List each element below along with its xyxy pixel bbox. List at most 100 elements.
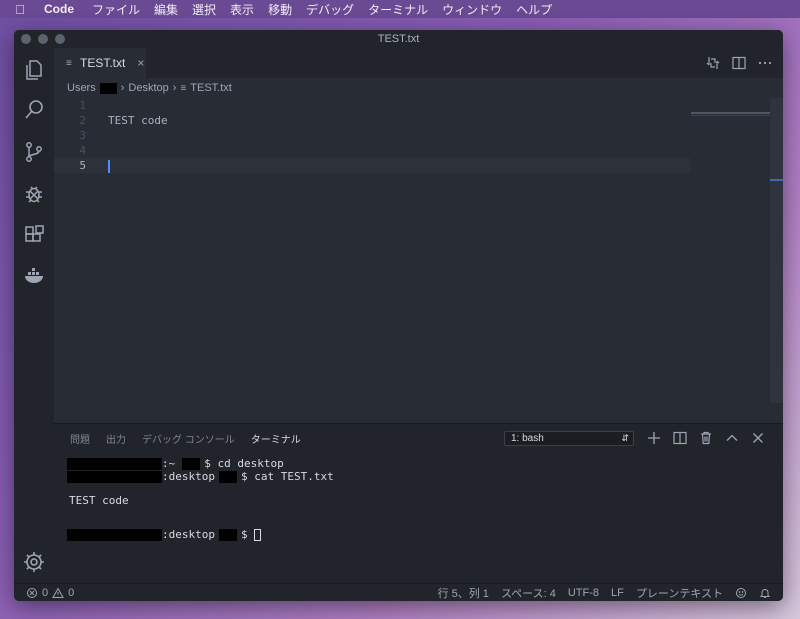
indentation[interactable]: スペース: 4 — [501, 585, 556, 601]
terminal-line: :desktop $ — [67, 528, 262, 541]
minimap[interactable] — [691, 112, 771, 114]
explorer-icon[interactable] — [22, 58, 46, 82]
line-number: 5 — [79, 159, 86, 172]
panel-actions — [646, 430, 766, 446]
add-icon[interactable] — [646, 430, 662, 446]
gear-icon[interactable] — [22, 550, 46, 574]
prompt-path: :desktop — [162, 470, 215, 483]
line-number: 3 — [79, 129, 86, 142]
terminal-select-value: 1: bash — [511, 433, 544, 444]
menu-file[interactable]: ファイル — [92, 1, 140, 18]
more-actions-icon[interactable] — [757, 55, 773, 71]
terminal[interactable]: :~ $ cd desktop :desktop $ cat TEST.txt … — [67, 454, 767, 579]
window-title: TEST.txt — [377, 33, 420, 45]
select-caret-icon: ⇵ — [621, 433, 629, 443]
extensions-icon[interactable] — [22, 223, 46, 247]
error-count: 0 — [42, 586, 49, 599]
chevron-right-icon: › — [172, 82, 177, 94]
prompt-path: :desktop — [162, 528, 215, 541]
prompt-path: :~ — [162, 457, 176, 470]
macos-menu-bar:  Code ファイル 編集 選択 表示 移動 デバッグ ターミナル ウィンドウ… — [0, 0, 800, 18]
menu-debug[interactable]: デバッグ — [306, 1, 354, 18]
breadcrumb-file[interactable]: TEST.txt — [190, 82, 232, 94]
docker-icon[interactable] — [22, 264, 46, 288]
terminal-cursor — [254, 528, 262, 541]
compare-changes-icon[interactable] — [705, 55, 721, 71]
title-bar: TEST.txt — [14, 30, 783, 48]
cursor-position[interactable]: 行 5、列 1 — [438, 585, 489, 601]
redacted-username — [218, 470, 237, 483]
terminal-output: TEST code — [69, 494, 129, 507]
window-controls — [21, 34, 65, 44]
code-line: 3 — [54, 128, 690, 143]
trash-icon[interactable] — [698, 430, 714, 446]
app-menu-code[interactable]: Code — [44, 2, 74, 16]
search-icon[interactable] — [22, 98, 46, 122]
breadcrumb-users[interactable]: Users — [67, 82, 96, 94]
encoding[interactable]: UTF-8 — [568, 587, 599, 599]
minimize-window-button[interactable] — [38, 34, 48, 44]
split-terminal-icon[interactable] — [672, 430, 688, 446]
breadcrumb: Users › Desktop › ≡ TEST.txt — [54, 78, 783, 98]
apple-logo-icon[interactable]:  — [10, 2, 30, 17]
editor-scrollbar[interactable] — [770, 98, 783, 403]
minimap-viewport — [691, 115, 771, 116]
problems-indicator[interactable]: 0 0 — [26, 587, 74, 599]
tab-label: TEST.txt — [80, 56, 126, 70]
tab-problems[interactable]: 問題 — [70, 431, 90, 446]
code-editor[interactable]: 1 2 TEST code 3 4 5 — [54, 98, 770, 423]
menu-help[interactable]: ヘルプ — [516, 1, 552, 18]
line-number: 4 — [79, 144, 86, 157]
menu-window[interactable]: ウィンドウ — [442, 1, 502, 18]
menu-view[interactable]: 表示 — [230, 1, 254, 18]
redacted-username — [218, 528, 237, 541]
bell-icon[interactable] — [759, 587, 771, 599]
close-window-button[interactable] — [21, 34, 31, 44]
menu-edit[interactable]: 編集 — [154, 1, 178, 18]
redacted-username — [182, 457, 201, 470]
language-mode[interactable]: プレーンテキスト — [636, 585, 723, 601]
current-code-line: 5 — [54, 158, 690, 173]
editor-region: ≡ TEST.txt × Users › Desktop › ≡ TEST.tx… — [54, 48, 783, 583]
redacted-hostname — [67, 457, 162, 470]
breadcrumb-desktop[interactable]: Desktop — [128, 82, 168, 94]
tab-debug-console[interactable]: デバッグ コンソール — [142, 431, 235, 446]
menu-terminal[interactable]: ターミナル — [368, 1, 428, 18]
bottom-panel: 問題 出力 デバッグ コンソール ターミナル 1: bash ⇵:~ $ cd… — [54, 423, 783, 583]
redacted-username — [99, 82, 117, 94]
chevron-right-icon: › — [120, 82, 125, 94]
terminal-select[interactable]: 1: bash ⇵ — [504, 431, 634, 446]
status-right: 行 5、列 1 スペース: 4 UTF-8 LF プレーンテキスト — [438, 585, 771, 601]
line-text: TEST code — [108, 114, 168, 127]
editor-actions — [705, 55, 773, 71]
code-line: 1 — [54, 98, 690, 113]
menu-go[interactable]: 移動 — [268, 1, 292, 18]
terminal-prompt: $ — [240, 528, 255, 541]
split-editor-icon[interactable] — [731, 55, 747, 71]
close-tab-icon[interactable]: × — [137, 56, 144, 70]
line-number: 2 — [79, 114, 86, 127]
close-icon[interactable] — [750, 430, 766, 446]
line-number: 1 — [79, 99, 86, 112]
tab-output[interactable]: 出力 — [106, 431, 126, 446]
warning-count: 0 — [68, 586, 75, 599]
text-file-icon: ≡ — [66, 57, 72, 69]
panel-tabs: 問題 出力 デバッグ コンソール ターミナル — [54, 424, 301, 452]
debug-icon[interactable] — [22, 182, 46, 206]
terminal-command: $ cd desktop — [204, 457, 284, 470]
tab-test-txt[interactable]: ≡ TEST.txt × — [54, 48, 146, 78]
menu-selection[interactable]: 選択 — [192, 1, 216, 18]
maximize-window-button[interactable] — [55, 34, 65, 44]
chevron-up-icon[interactable] — [724, 430, 740, 446]
tab-bar: ≡ TEST.txt × — [54, 48, 783, 78]
terminal-line: :~ $ cd desktop — [67, 457, 284, 470]
end-of-line[interactable]: LF — [611, 587, 624, 599]
feedback-icon[interactable] — [735, 587, 747, 599]
terminal-line: :desktop $ cat TEST.txt — [67, 470, 334, 483]
text-cursor — [108, 160, 110, 173]
tab-terminal[interactable]: ターミナル — [251, 431, 301, 446]
source-control-icon[interactable] — [22, 140, 46, 164]
redacted-hostname — [67, 528, 162, 541]
terminal-command: $ cat TEST.txt — [240, 470, 334, 483]
cursor-position-marker — [770, 179, 783, 181]
